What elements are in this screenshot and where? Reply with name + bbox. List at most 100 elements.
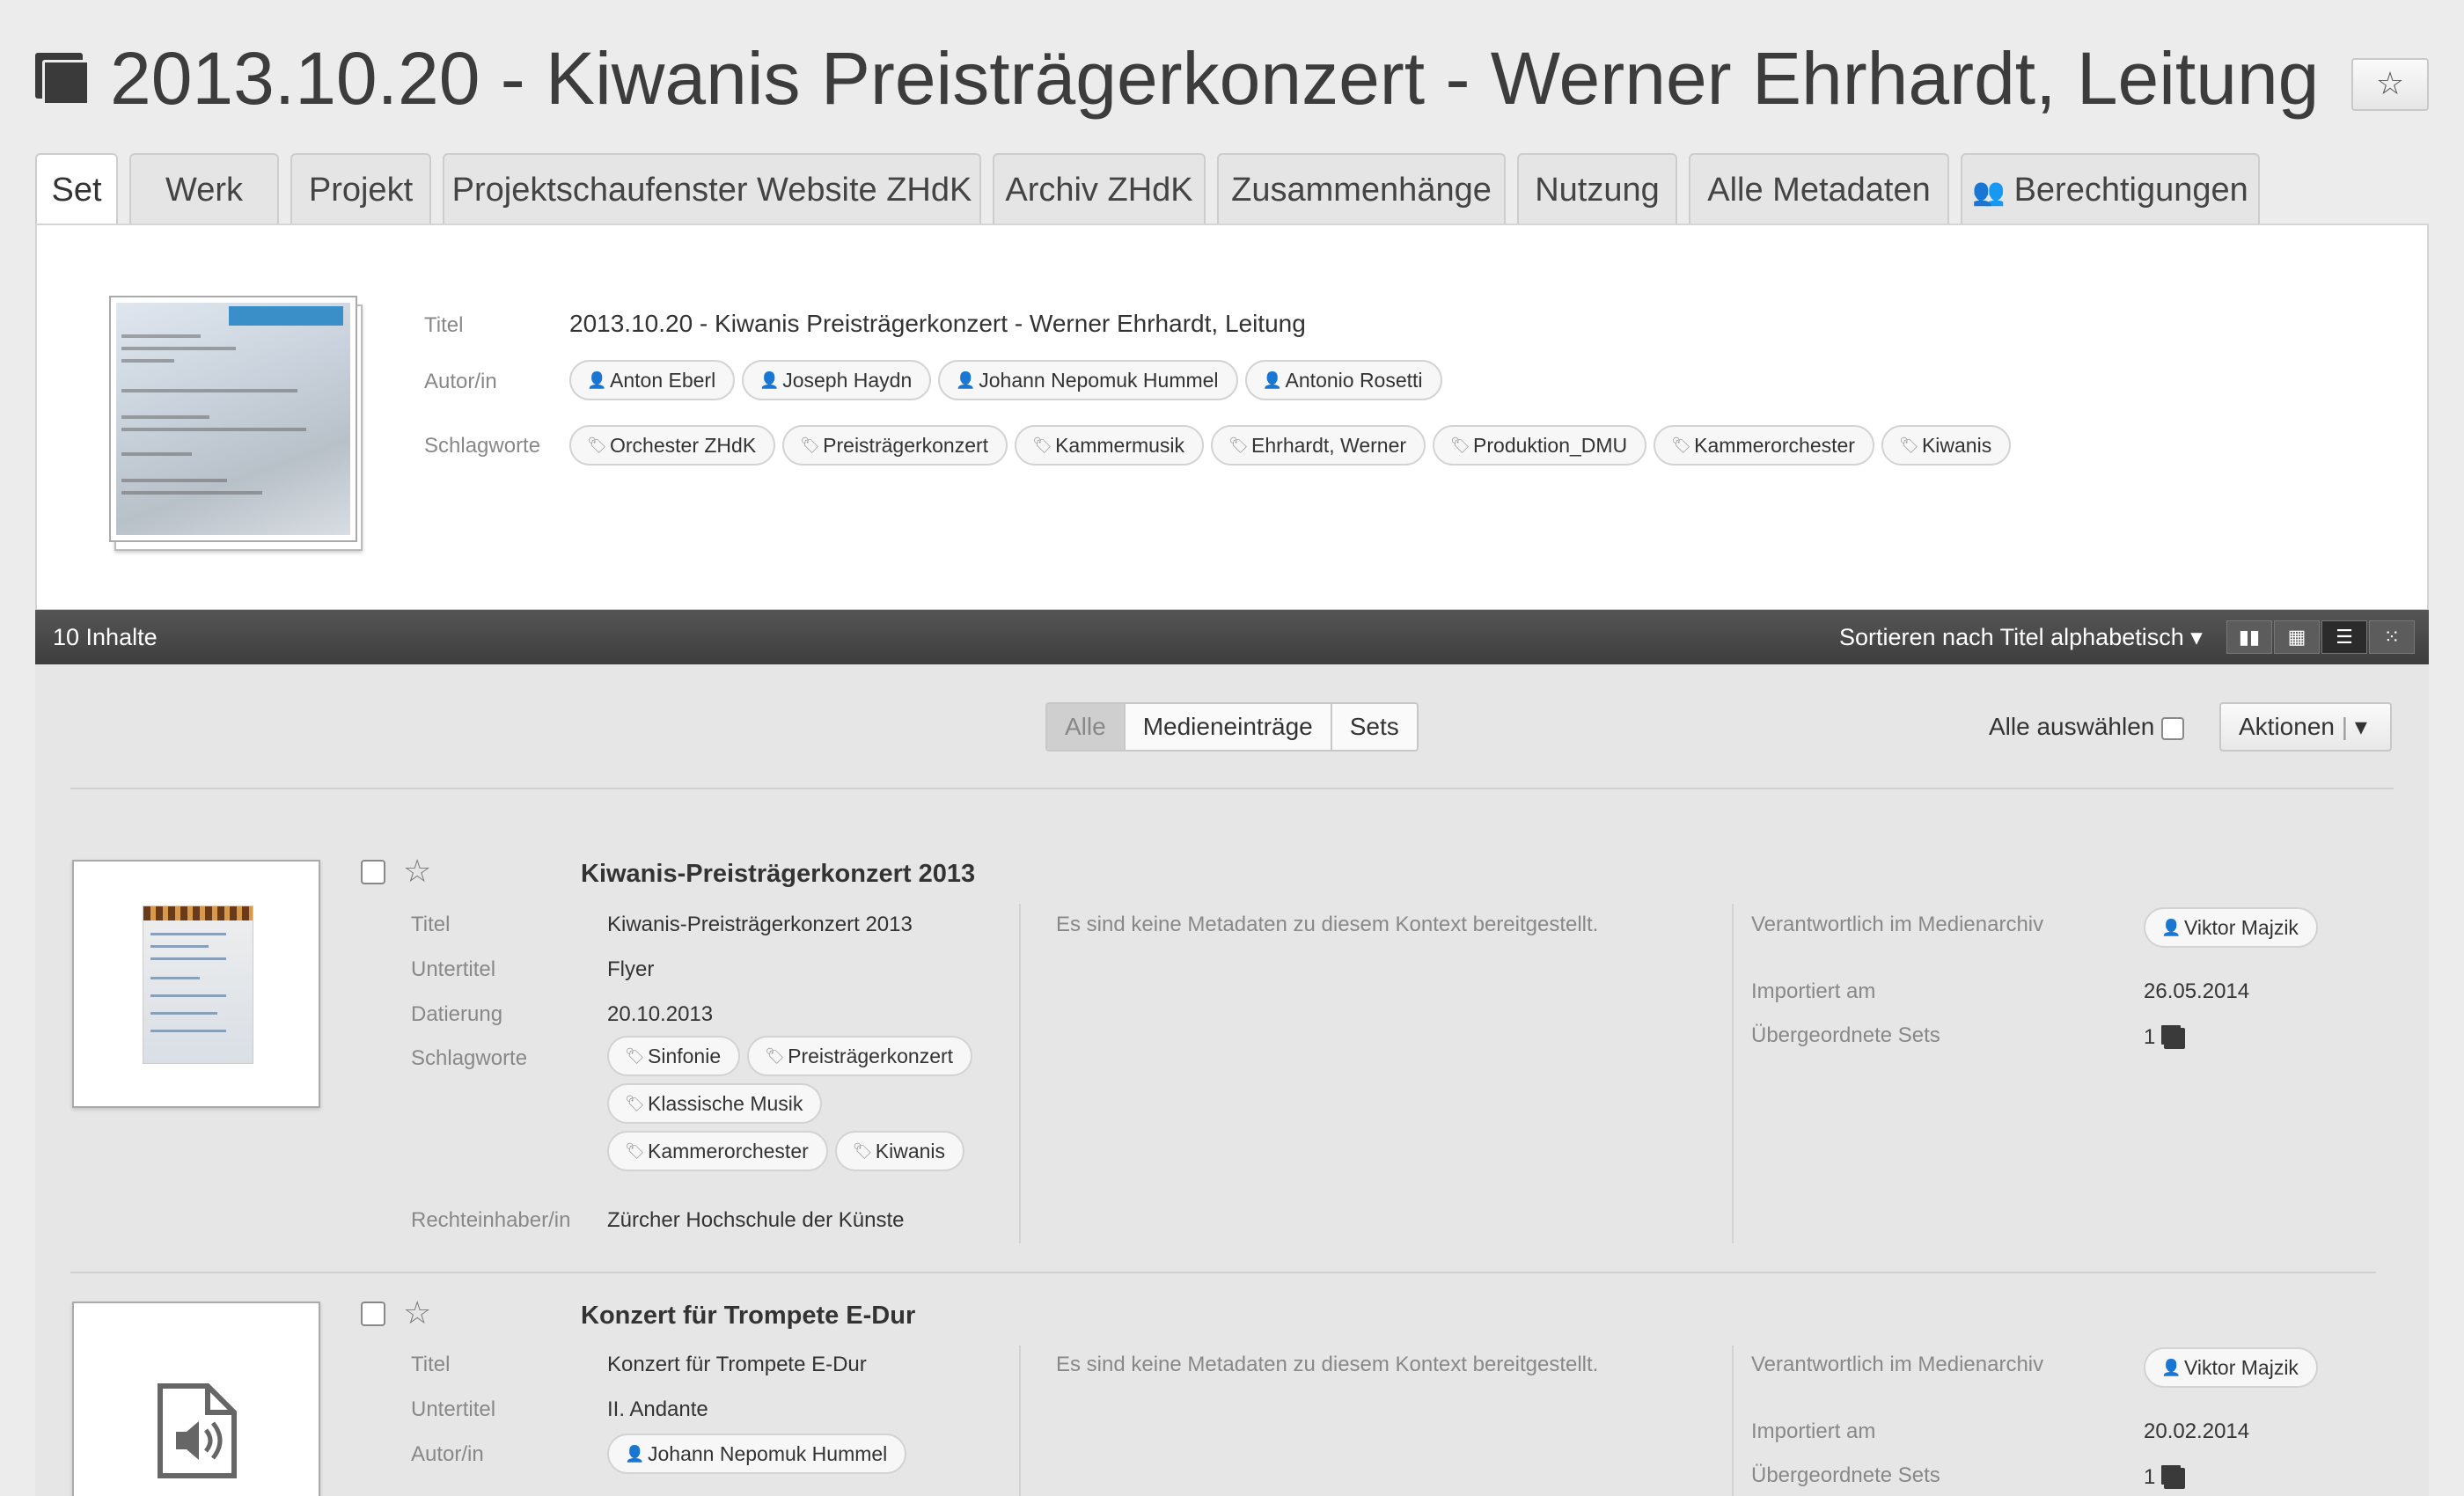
list-item: ☆ Kiwanis-Preisträgerkonzert 2013 Titel … — [70, 853, 2394, 1300]
title-label: Titel — [424, 313, 464, 337]
list-view-icon[interactable]: ☰ — [2321, 620, 2367, 654]
item-authors: 👤 Johann Nepomuk Hummel — [607, 1434, 913, 1474]
set-icon — [2164, 1027, 2186, 1049]
select-all[interactable]: Alle auswählen — [1989, 713, 2185, 741]
star-icon[interactable]: ☆ — [403, 853, 431, 890]
item-keywords: 🏷 Kammerorchester 🏷 Kiwanis — [607, 1131, 972, 1171]
set-detail-panel: Titel 2013.10.20 - Kiwanis Preisträgerko… — [35, 224, 2429, 611]
tab-alle-metadaten[interactable]: Alle Metadaten — [1689, 153, 1949, 225]
users-icon: 👥 — [1972, 178, 2006, 207]
item-thumbnail[interactable] — [72, 860, 320, 1108]
tab-projektschaufenster[interactable]: Projektschaufenster Website ZHdK — [443, 153, 981, 225]
no-metadata-text: Es sind keine Metadaten zu diesem Kontex… — [1056, 913, 1599, 936]
author-pill[interactable]: 👤 Antonio Rosetti — [1244, 360, 1442, 400]
page-header: 2013.10.20 - Kiwanis Preisträgerkonzert … — [35, 26, 2429, 132]
item-checkbox[interactable] — [361, 860, 385, 884]
authors-list: 👤 Anton Eberl 👤 Joseph Haydn 👤 Johann Nepomuk… — [569, 360, 1449, 400]
star-icon[interactable]: ☆ — [403, 1294, 431, 1331]
audio-file-icon — [158, 1383, 237, 1478]
filter-all-button[interactable]: Alle — [1047, 704, 1126, 750]
star-icon: ☆ — [2375, 65, 2405, 101]
keyword-pill[interactable]: 🏷 Kammerorchester — [1654, 425, 1874, 466]
tab-archiv-zhdk[interactable]: Archiv ZHdK — [993, 153, 1206, 225]
imported-date: 20.02.2014 — [2144, 1419, 2250, 1443]
tiles-view-icon[interactable]: ⁙ — [2369, 620, 2415, 654]
parent-sets-link[interactable]: 1 — [2144, 1465, 2186, 1490]
tab-set[interactable]: Set — [35, 153, 118, 227]
authors-label: Autor/in — [424, 370, 497, 393]
person-icon: 👤 — [1262, 371, 1282, 389]
tag-icon: 🏷 — [800, 436, 821, 454]
tab-zusammenhaenge[interactable]: Zusammenhänge — [1217, 153, 1506, 225]
select-all-checkbox[interactable] — [2161, 716, 2185, 740]
grid-view-icon[interactable]: ▦ — [2274, 620, 2320, 654]
tag-icon: 🏷 — [765, 1047, 785, 1065]
column-divider — [1732, 904, 1734, 1243]
person-icon: 👤 — [2161, 919, 2182, 936]
column-divider — [1732, 1346, 1734, 1496]
responsible-person-pill[interactable]: 👤 Viktor Majzik — [2144, 907, 2318, 948]
parent-sets-link[interactable]: 1 — [2144, 1025, 2186, 1050]
imported-date: 26.05.2014 — [2144, 979, 2250, 1003]
set-icon — [2164, 1467, 2186, 1489]
tag-icon: 🏷 — [625, 1047, 645, 1065]
author-pill[interactable]: 👤 Joseph Haydn — [742, 360, 932, 400]
caret-down-icon: ▾ — [2354, 713, 2367, 740]
sort-dropdown[interactable]: Sortieren nach Titel alphabetisch ▾ — [1839, 610, 2203, 664]
divider — [70, 788, 2394, 789]
author-pill[interactable]: 👤 Johann Nepomuk Hummel — [607, 1434, 907, 1474]
author-pill[interactable]: 👤 Johann Nepomuk Hummel — [938, 360, 1238, 400]
keyword-pill[interactable]: 🏷 Produktion_DMU — [1433, 425, 1647, 466]
keyword-pill[interactable]: 🏷 Preisträgerkonzert — [747, 1036, 973, 1076]
item-title[interactable]: Konzert für Trompete E-Dur — [581, 1302, 915, 1331]
actions-button[interactable]: Aktionen | ▾ — [2219, 702, 2392, 752]
no-metadata-text: Es sind keine Metadaten zu diesem Kontex… — [1056, 1353, 1599, 1376]
tag-icon: 🏷 — [1450, 436, 1470, 454]
content-area: Alle Medieneinträge Sets Alle auswählen … — [35, 664, 2429, 1496]
poster-image — [116, 303, 350, 535]
keyword-pill[interactable]: 🏷 Kammerorchester — [607, 1131, 828, 1171]
keyword-pill[interactable]: 🏷 Sinfonie — [607, 1036, 741, 1076]
flyer-image — [143, 906, 253, 1064]
favorite-star-button[interactable]: ☆ — [2351, 58, 2429, 111]
tab-werk[interactable]: Werk — [129, 153, 279, 225]
person-icon: 👤 — [956, 371, 976, 389]
keywords-list: 🏷 Orchester ZHdK 🏷 Preisträgerkonzert 🏷 Kamme… — [569, 425, 2018, 466]
item-thumbnail[interactable] — [72, 1302, 320, 1496]
column-divider — [1019, 904, 1021, 1243]
filter-media-button[interactable]: Medieneinträge — [1126, 704, 1332, 750]
content-count: 10 Inhalte — [53, 624, 158, 650]
person-icon: 👤 — [2161, 1359, 2182, 1376]
tab-projekt[interactable]: Projekt — [290, 153, 431, 225]
author-pill[interactable]: 👤 Anton Eberl — [569, 360, 736, 400]
keyword-pill[interactable]: 🏷 Preisträgerkonzert — [782, 425, 1008, 466]
title-value: 2013.10.20 - Kiwanis Preisträgerkonzert … — [569, 310, 1306, 337]
tag-icon: 🏷 — [625, 1142, 645, 1160]
keyword-pill[interactable]: 🏷 Kiwanis — [834, 1131, 965, 1171]
miniature-view-icon[interactable]: ▮▮ — [2226, 620, 2272, 654]
tab-nutzung[interactable]: Nutzung — [1517, 153, 1677, 225]
keyword-pill[interactable]: 🏷 Ehrhardt, Werner — [1211, 425, 1426, 466]
set-thumbnail[interactable] — [109, 296, 364, 551]
list-item: ☆ Konzert für Trompete E-Dur Titel Konze… — [70, 1294, 2394, 1496]
person-icon: 👤 — [587, 371, 607, 389]
filter-sets-button[interactable]: Sets — [1332, 704, 1417, 750]
keyword-pill[interactable]: 🏷 Kiwanis — [1881, 425, 2012, 466]
type-filter: Alle Medieneinträge Sets — [1045, 702, 1419, 752]
item-keywords: 🏷 Sinfonie 🏷 Preisträgerkonzert — [607, 1036, 979, 1076]
tag-icon: 🏷 — [852, 1142, 873, 1160]
tag-icon: 🏷 — [1671, 436, 1692, 454]
responsible-person-pill[interactable]: 👤 Viktor Majzik — [2144, 1347, 2318, 1388]
keyword-pill[interactable]: 🏷 Orchester ZHdK — [569, 425, 776, 466]
keyword-pill[interactable]: 🏷 Kammermusik — [1015, 425, 1205, 466]
tag-icon: 🏷 — [587, 436, 607, 454]
person-icon: 👤 — [625, 1445, 645, 1463]
keyword-pill[interactable]: 🏷 Klassische Musik — [607, 1083, 823, 1124]
content-toolbar: 10 Inhalte Sortieren nach Titel alphabet… — [35, 610, 2429, 664]
tab-berechtigungen[interactable]: 👥 Berechtigungen — [1961, 153, 2260, 225]
item-checkbox[interactable] — [361, 1302, 385, 1326]
tab-bar: Set Werk Projekt Projektschaufenster Web… — [35, 153, 2429, 227]
item-title[interactable]: Kiwanis-Preisträgerkonzert 2013 — [581, 860, 975, 889]
tag-icon: 🏷 — [1032, 436, 1052, 454]
tag-icon: 🏷 — [1228, 436, 1249, 454]
